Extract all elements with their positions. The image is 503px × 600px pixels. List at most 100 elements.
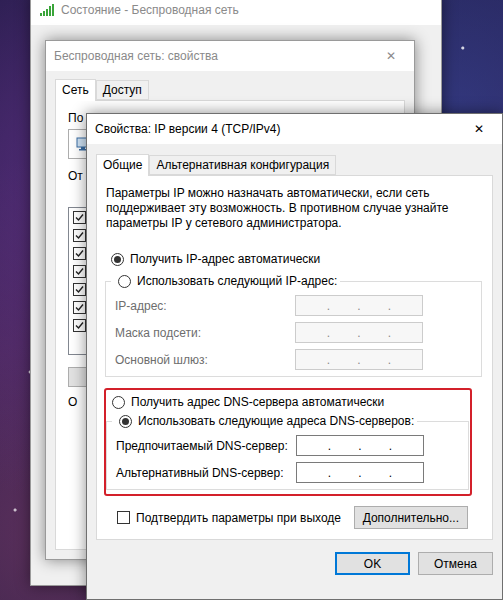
field-row: Предпочитаемый DNS-сервер:... (111, 435, 424, 456)
tab[interactable]: Сеть (55, 79, 96, 101)
component-checkbox[interactable] (73, 283, 86, 296)
ip-separator: . (358, 439, 362, 453)
check-icon (75, 213, 84, 222)
dialog-button[interactable]: Отмена (418, 552, 493, 575)
window-title: Беспроводная сеть: свойства (54, 49, 362, 63)
description: Параметры IP можно назначать автоматичес… (105, 186, 482, 231)
ip-octet[interactable] (301, 439, 328, 453)
desktop: Состояние - Беспроводная сеть Беспроводна… (0, 0, 503, 600)
ip-octet[interactable] (362, 466, 389, 480)
title-bar[interactable]: Состояние - Беспроводная сеть (31, 0, 441, 25)
ip-separator: . (388, 466, 392, 480)
window-title: Свойства: IP версии 4 (TCP/IPv4) (95, 122, 450, 136)
field-row: Альтернативный DNS-сервер:... (111, 462, 424, 483)
component-checkbox[interactable] (73, 229, 86, 242)
field-label: Основной шлюз: (115, 353, 287, 367)
ip-input[interactable]: ... (295, 295, 423, 316)
field-row: IP-адрес:... (110, 295, 423, 316)
close-button[interactable]: ✕ (456, 114, 502, 144)
tab[interactable]: Общие (96, 154, 149, 176)
field-row: Основной шлюз:... (110, 349, 423, 370)
ip-input[interactable]: ... (295, 322, 423, 343)
ip-input[interactable]: ... (296, 462, 424, 483)
ip-octet[interactable] (331, 299, 358, 313)
radio-label: Получить IP-адрес автоматически (130, 252, 320, 266)
check-icon (75, 321, 84, 330)
window-body: ОбщиеАльтернативная конфигурация Параметр… (87, 144, 502, 599)
dialog-button[interactable]: OK (335, 552, 410, 575)
ip-separator: . (327, 353, 331, 367)
field-label: IP-адрес: (115, 299, 287, 313)
ip-separator: . (327, 466, 331, 480)
radio-label: Использовать следующие адреса DNS-сервер… (138, 414, 414, 428)
component-checkbox[interactable] (73, 211, 86, 224)
ip-octet[interactable] (331, 353, 358, 367)
confirm-checkbox[interactable] (117, 511, 130, 524)
dns-manual-option[interactable]: Использовать следующие адреса DNS-сервер… (113, 413, 414, 429)
ip-octet[interactable] (392, 326, 419, 340)
ip-octet[interactable] (300, 326, 327, 340)
ip-separator: . (358, 466, 362, 480)
ip-separator: . (357, 299, 361, 313)
ip-separator: . (388, 439, 392, 453)
ip-octet[interactable] (361, 326, 388, 340)
check-icon (75, 303, 84, 312)
field-label: Маска подсети: (115, 326, 287, 340)
group-legend: Использовать следующий IP-адрес: (111, 273, 340, 289)
close-button[interactable]: ✕ (368, 41, 414, 71)
wifi-signal-icon (39, 3, 55, 17)
field-label: Предпочитаемый DNS-сервер: (116, 439, 288, 453)
ip-separator: . (388, 353, 392, 367)
check-icon (75, 285, 84, 294)
tab[interactable]: Доступ (96, 80, 149, 100)
component-checkbox[interactable] (73, 265, 86, 278)
field-row: Маска подсети:... (110, 322, 423, 343)
radio-label: Использовать следующий IP-адрес: (137, 274, 337, 288)
ip-octet[interactable] (361, 353, 388, 367)
ip-auto-option[interactable]: Получить IP-адрес автоматически (105, 251, 482, 267)
radio-button[interactable] (118, 275, 131, 288)
ip-separator: . (357, 326, 361, 340)
confirm-checkbox-row[interactable]: Подтвердить параметры при выходе (117, 511, 341, 525)
ip-input[interactable]: ... (295, 349, 423, 370)
ip-octet[interactable] (392, 353, 419, 367)
ip-octet[interactable] (331, 326, 358, 340)
radio-button[interactable] (112, 396, 125, 409)
component-checkbox[interactable] (73, 319, 86, 332)
checkbox-label: Подтвердить параметры при выходе (136, 511, 341, 525)
tab[interactable]: Альтернативная конфигурация (149, 155, 336, 175)
component-checkbox[interactable] (73, 301, 86, 314)
ip-separator: . (327, 299, 331, 313)
ip-octet[interactable] (300, 299, 327, 313)
radio-label: Получить адрес DNS-сервера автоматически (131, 395, 384, 409)
title-bar[interactable]: Свойства: IP версии 4 (TCP/IPv4) ✕ (87, 114, 502, 144)
ip-octet[interactable] (301, 466, 328, 480)
ip-octet[interactable] (362, 439, 389, 453)
dns-group: Использовать следующие адреса DNS-сервер… (106, 413, 469, 490)
tab-bar: СетьДоступ (55, 79, 405, 100)
radio-button[interactable] (111, 253, 124, 266)
bottom-row: Подтвердить параметры при выходе Дополнит… (105, 506, 468, 529)
field-label: Альтернативный DNS-сервер: (116, 466, 288, 480)
ip-octet[interactable] (331, 439, 358, 453)
ip-octet[interactable] (331, 466, 358, 480)
ip-manual-option[interactable]: Использовать следующий IP-адрес: (112, 273, 337, 289)
ip-separator: . (388, 299, 392, 313)
dialog-buttons: OK Отмена (96, 552, 493, 575)
ip-octet[interactable] (392, 439, 419, 453)
advanced-button[interactable]: Дополнительно... (354, 506, 468, 529)
ip-separator: . (357, 353, 361, 367)
title-bar[interactable]: Беспроводная сеть: свойства ✕ (46, 41, 414, 71)
dns-auto-option[interactable]: Получить адрес DNS-сервера автоматически (106, 394, 466, 410)
ip-separator: . (327, 326, 331, 340)
ip-octet[interactable] (300, 353, 327, 367)
ip-octet[interactable] (392, 299, 419, 313)
component-checkbox[interactable] (73, 247, 86, 260)
radio-button[interactable] (119, 415, 132, 428)
check-icon (75, 267, 84, 276)
ipv4-properties-window[interactable]: Свойства: IP версии 4 (TCP/IPv4)✕ОбщиеАл… (86, 113, 503, 600)
ip-octet[interactable] (392, 466, 419, 480)
check-icon (75, 249, 84, 258)
ip-input[interactable]: ... (296, 435, 424, 456)
ip-octet[interactable] (361, 299, 388, 313)
